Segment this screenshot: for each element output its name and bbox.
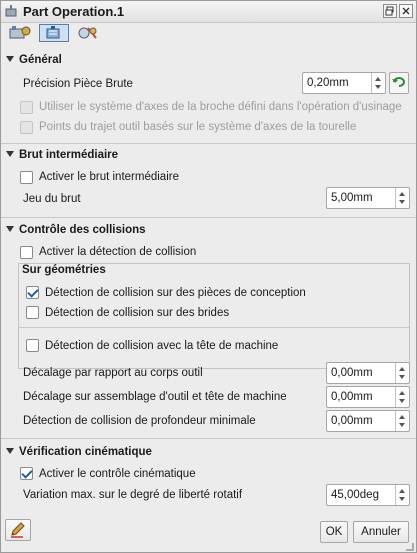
profondeur-input[interactable]: 0,00mm <box>326 410 410 432</box>
section-collisions-header[interactable]: Contrôle des collisions <box>6 224 146 236</box>
restore-icon <box>385 6 394 16</box>
spin-up-icon <box>399 192 405 196</box>
spin-down-icon <box>399 399 405 403</box>
pencil-icon <box>11 522 25 538</box>
activate-kinematics-label: Activer le contrôle cinématique <box>39 468 196 480</box>
decalage-corps-spinner[interactable] <box>395 363 409 383</box>
use-spindle-axis-checkbox[interactable] <box>20 101 33 114</box>
tab-collision[interactable] <box>73 24 103 42</box>
reset-button[interactable] <box>389 72 409 94</box>
geometries-header: Sur géométries <box>22 264 110 276</box>
decalage-assemblage-label: Décalage sur assemblage d'outil et tête … <box>23 391 287 403</box>
divider <box>1 438 416 439</box>
collision-pieces-label: Détection de collision sur des pièces de… <box>45 287 306 299</box>
cancel-button[interactable]: Annuler <box>353 521 409 543</box>
close-icon <box>402 7 410 15</box>
collision-pieces-checkbox[interactable] <box>26 286 39 299</box>
resize-grip-icon[interactable] <box>406 543 414 551</box>
spin-down-icon <box>399 423 405 427</box>
collapse-arrow-icon <box>6 448 14 454</box>
collision-brides-checkbox[interactable] <box>26 306 39 319</box>
activate-brut-label: Activer le brut intermédiaire <box>39 171 179 183</box>
section-brut-header[interactable]: Brut intermédiaire <box>6 149 118 161</box>
activate-collision-label: Activer la détection de collision <box>39 246 197 258</box>
activate-kinematics-checkbox[interactable] <box>20 467 33 480</box>
machine-icon <box>9 26 31 39</box>
title-bar: Part Operation.1 <box>1 1 416 23</box>
dialog-window: Part Operation.1 Général Précision Pièce… <box>0 0 417 553</box>
section-kinematics-label: Vérification cinématique <box>19 446 152 458</box>
spin-down-icon <box>399 497 405 501</box>
profondeur-spinner[interactable] <box>395 411 409 431</box>
undo-icon <box>392 77 405 87</box>
decalage-assemblage-value: 0,00mm <box>331 391 373 403</box>
edit-button[interactable] <box>5 519 31 541</box>
activate-collision-checkbox[interactable] <box>20 246 33 259</box>
collapse-arrow-icon <box>6 226 14 232</box>
precision-spinner[interactable] <box>371 73 385 93</box>
collision-icon <box>78 27 97 39</box>
spin-up-icon <box>399 489 405 493</box>
stock-icon <box>46 26 60 39</box>
spin-up-icon <box>399 415 405 419</box>
turret-axis-label: Points du trajet outil basés sur le syst… <box>39 121 357 133</box>
spin-down-icon <box>375 85 381 89</box>
decalage-corps-input[interactable]: 0,00mm <box>326 362 410 384</box>
jeu-label: Jeu du brut <box>23 193 81 205</box>
decalage-assemblage-input[interactable]: 0,00mm <box>326 386 410 408</box>
variation-input[interactable]: 45,00deg <box>326 484 410 506</box>
section-kinematics-header[interactable]: Vérification cinématique <box>6 446 152 458</box>
window-title: Part Operation.1 <box>23 4 125 19</box>
close-button[interactable] <box>399 4 413 18</box>
restore-button[interactable] <box>383 4 397 18</box>
section-general-label: Général <box>19 54 62 66</box>
precision-input[interactable]: 0,20mm <box>302 72 386 94</box>
jeu-input[interactable]: 5,00mm <box>326 187 410 209</box>
collision-tete-label: Détection de collision avec la tête de m… <box>45 340 279 352</box>
decalage-corps-value: 0,00mm <box>331 367 373 379</box>
form-content: Général Précision Pièce Brute 0,20mm Uti… <box>1 45 416 515</box>
divider <box>1 217 416 218</box>
section-general-header[interactable]: Général <box>6 54 62 66</box>
collision-brides-label: Détection de collision sur des brides <box>45 307 230 319</box>
spin-up-icon <box>399 391 405 395</box>
spin-up-icon <box>375 77 381 81</box>
spin-up-icon <box>399 367 405 371</box>
collapse-arrow-icon <box>6 151 14 157</box>
variation-label: Variation max. sur le degré de liberté r… <box>23 489 243 501</box>
decalage-assemblage-spinner[interactable] <box>395 387 409 407</box>
decalage-corps-label: Décalage par rapport au corps outil <box>23 367 203 379</box>
collapse-arrow-icon <box>6 56 14 62</box>
spin-down-icon <box>399 200 405 204</box>
collision-tete-checkbox[interactable] <box>26 339 39 352</box>
dialog-footer: OK Annuler <box>1 515 416 553</box>
profondeur-value: 0,00mm <box>331 415 373 427</box>
part-operation-icon <box>5 5 17 17</box>
divider <box>19 327 409 328</box>
jeu-value: 5,00mm <box>331 192 373 204</box>
variation-spinner[interactable] <box>395 485 409 505</box>
tab-stock[interactable] <box>39 24 69 42</box>
profondeur-label: Détection de collision de profondeur min… <box>23 415 256 427</box>
section-collisions-label: Contrôle des collisions <box>19 224 146 236</box>
tab-toolbar <box>1 23 416 43</box>
use-spindle-axis-label: Utiliser le système d'axes de la broche … <box>39 101 402 113</box>
spin-down-icon <box>399 375 405 379</box>
tab-geometry[interactable] <box>5 24 35 42</box>
precision-value: 0,20mm <box>307 77 349 89</box>
variation-value: 45,00deg <box>331 489 379 501</box>
ok-button[interactable]: OK <box>320 521 348 543</box>
divider <box>1 143 416 144</box>
jeu-spinner[interactable] <box>395 188 409 208</box>
turret-axis-checkbox[interactable] <box>20 121 33 134</box>
precision-label: Précision Pièce Brute <box>23 78 133 90</box>
section-brut-label: Brut intermédiaire <box>19 149 119 161</box>
activate-brut-checkbox[interactable] <box>20 171 33 184</box>
